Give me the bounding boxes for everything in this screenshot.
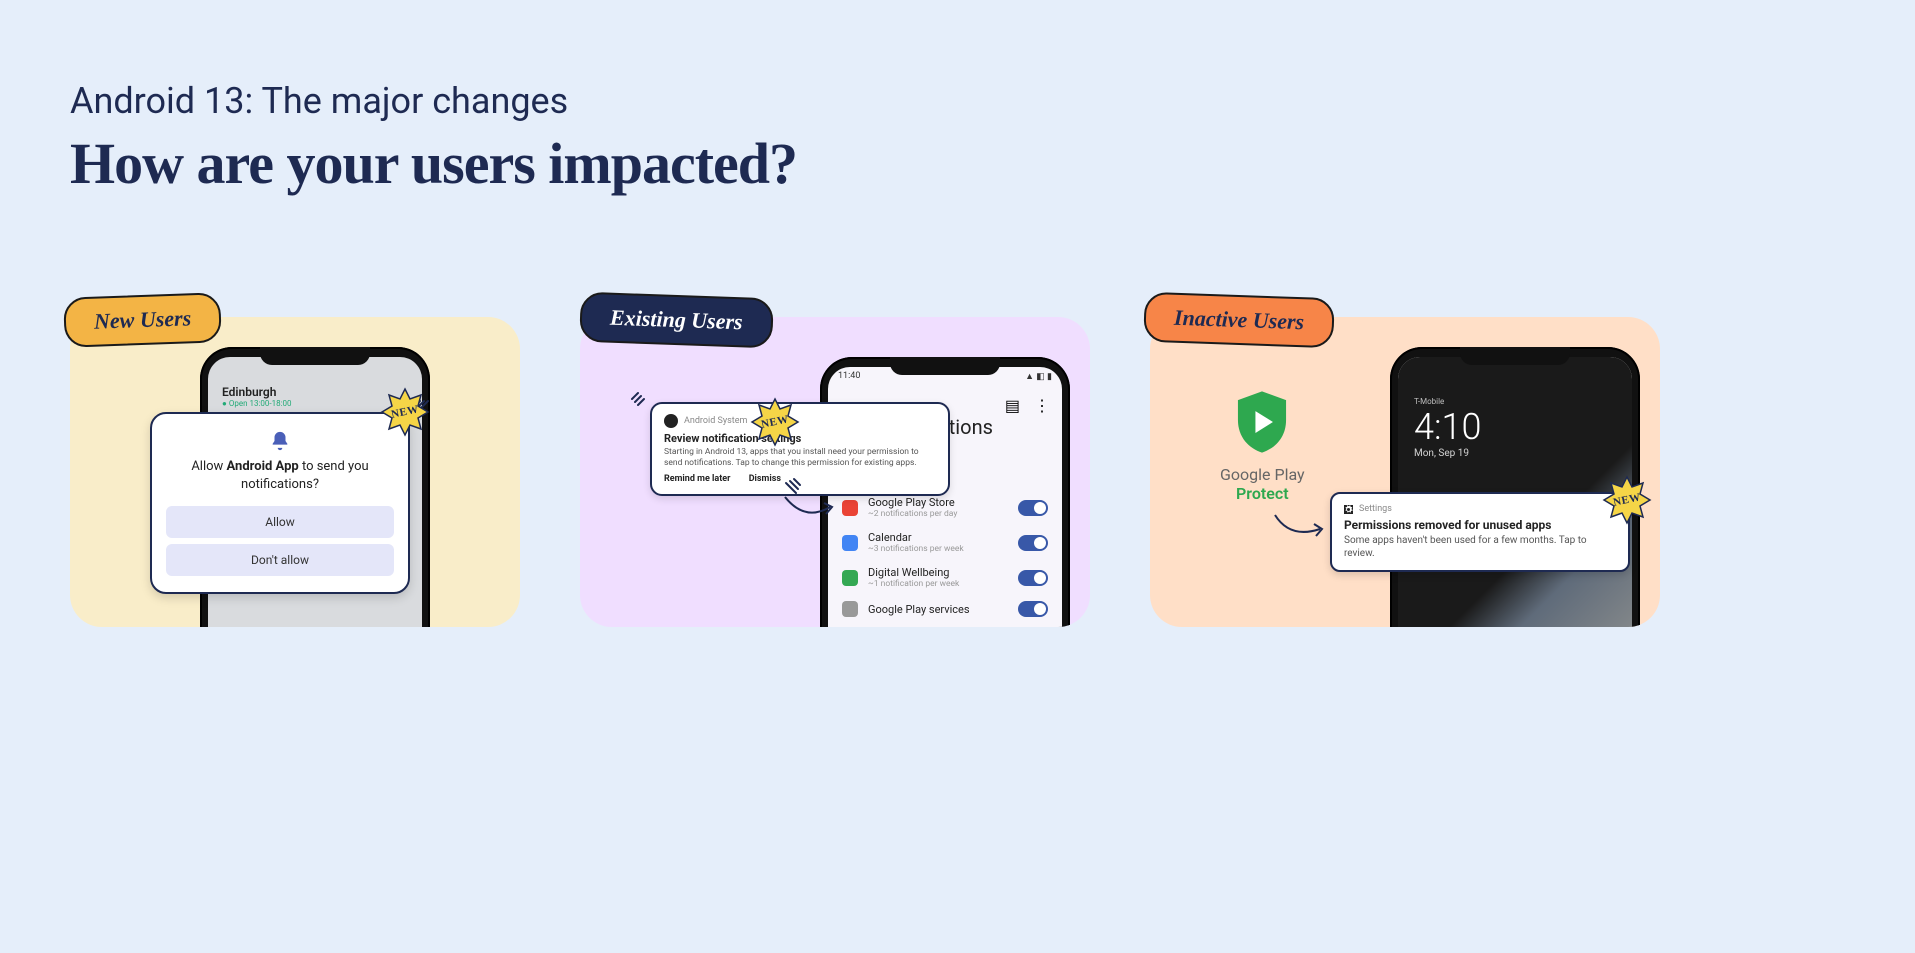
remind-later-button[interactable]: Remind me later — [664, 474, 730, 484]
settings-gear-icon — [1344, 505, 1353, 514]
card-inactive-users: Google Play Protect T-Mobile 4:10 Mon, S… — [1150, 317, 1660, 627]
permission-dialog: Allow Android App to send you notificati… — [150, 412, 410, 594]
phone-time: 11:40 — [838, 371, 860, 382]
lock-date: Mon, Sep 19 — [1398, 448, 1632, 459]
app-icon — [842, 601, 858, 617]
cards-row: New Users Edinburgh ● Open 13:00-18:00 A… — [70, 317, 1845, 627]
app-list-item[interactable]: Google Play services — [842, 595, 1048, 623]
app-name: Google Play services — [868, 603, 1008, 616]
app-subtitle: ~1 notification per week — [868, 579, 1008, 589]
dont-allow-button[interactable]: Don't allow — [166, 544, 394, 576]
app-name: Digital Wellbeing — [868, 566, 1008, 579]
accent-lines-icon — [780, 477, 804, 505]
notif-body: Starting in Android 13, apps that you in… — [664, 447, 936, 468]
dialog-message: Allow Android App to send you notificati… — [166, 458, 394, 494]
allow-button[interactable]: Allow — [166, 506, 394, 538]
notif-title: Review notification settings — [664, 432, 936, 445]
new-burst-badge: NEW — [1602, 475, 1652, 525]
google-play-protect: Google Play Protect — [1220, 387, 1305, 503]
badge-new-users: New Users — [63, 292, 222, 347]
app-list-item[interactable]: Digital Wellbeing ~1 notification per we… — [842, 560, 1048, 595]
badge-inactive-users: Inactive Users — [1143, 292, 1335, 349]
bell-icon — [269, 430, 291, 452]
play-protect-shield-icon — [1227, 387, 1297, 457]
new-burst-badge: NEW — [380, 387, 430, 437]
notif-source: Settings — [1359, 504, 1392, 514]
page-subtitle: Android 13: The major changes — [70, 80, 1845, 122]
page-title: How are your users impacted? — [70, 130, 1845, 197]
accent-lines-icon — [630, 389, 654, 417]
badge-existing-users: Existing Users — [579, 292, 773, 349]
app-name: Calendar — [868, 531, 1008, 544]
status-icons: ▲ ◧ ▮ — [1025, 371, 1052, 382]
app-icon — [842, 570, 858, 586]
card-existing-users-wrap: Existing Users 11:40▲ ◧ ▮ ← ▤ ⋮ App noti… — [580, 317, 1090, 627]
app-subtitle: ~2 notifications per day — [868, 509, 1008, 519]
app-list-item[interactable]: Calendar ~3 notifications per week — [842, 525, 1048, 560]
notif-body: Some apps haven't been used for a few mo… — [1344, 534, 1616, 560]
arrow-icon — [1270, 507, 1330, 551]
dismiss-button[interactable]: Dismiss — [749, 474, 781, 484]
card-inactive-users-wrap: Inactive Users Google Play Protect T-Mob… — [1150, 317, 1660, 627]
app-icon — [842, 500, 858, 516]
android-system-icon — [664, 414, 678, 428]
more-icon[interactable]: ⋮ — [1034, 396, 1050, 415]
permissions-removed-notification[interactable]: Settings Permissions removed for unused … — [1330, 492, 1630, 572]
notif-source: Android System — [684, 416, 747, 426]
app-icon — [842, 535, 858, 551]
new-burst-badge: NEW — [750, 397, 800, 447]
notif-title: Permissions removed for unused apps — [1344, 518, 1616, 532]
notification-toggle[interactable] — [1018, 535, 1048, 551]
notification-toggle[interactable] — [1018, 601, 1048, 617]
app-name: Google Play Store — [868, 496, 1008, 509]
app-subtitle: ~3 notifications per week — [868, 544, 1008, 554]
page-icon[interactable]: ▤ — [1005, 396, 1020, 415]
notification-toggle[interactable] — [1018, 570, 1048, 586]
notification-toggle[interactable] — [1018, 500, 1048, 516]
card-new-users-wrap: New Users Edinburgh ● Open 13:00-18:00 A… — [70, 317, 520, 627]
carrier-label: T-Mobile — [1398, 397, 1632, 406]
lock-time: 4:10 — [1398, 406, 1632, 448]
